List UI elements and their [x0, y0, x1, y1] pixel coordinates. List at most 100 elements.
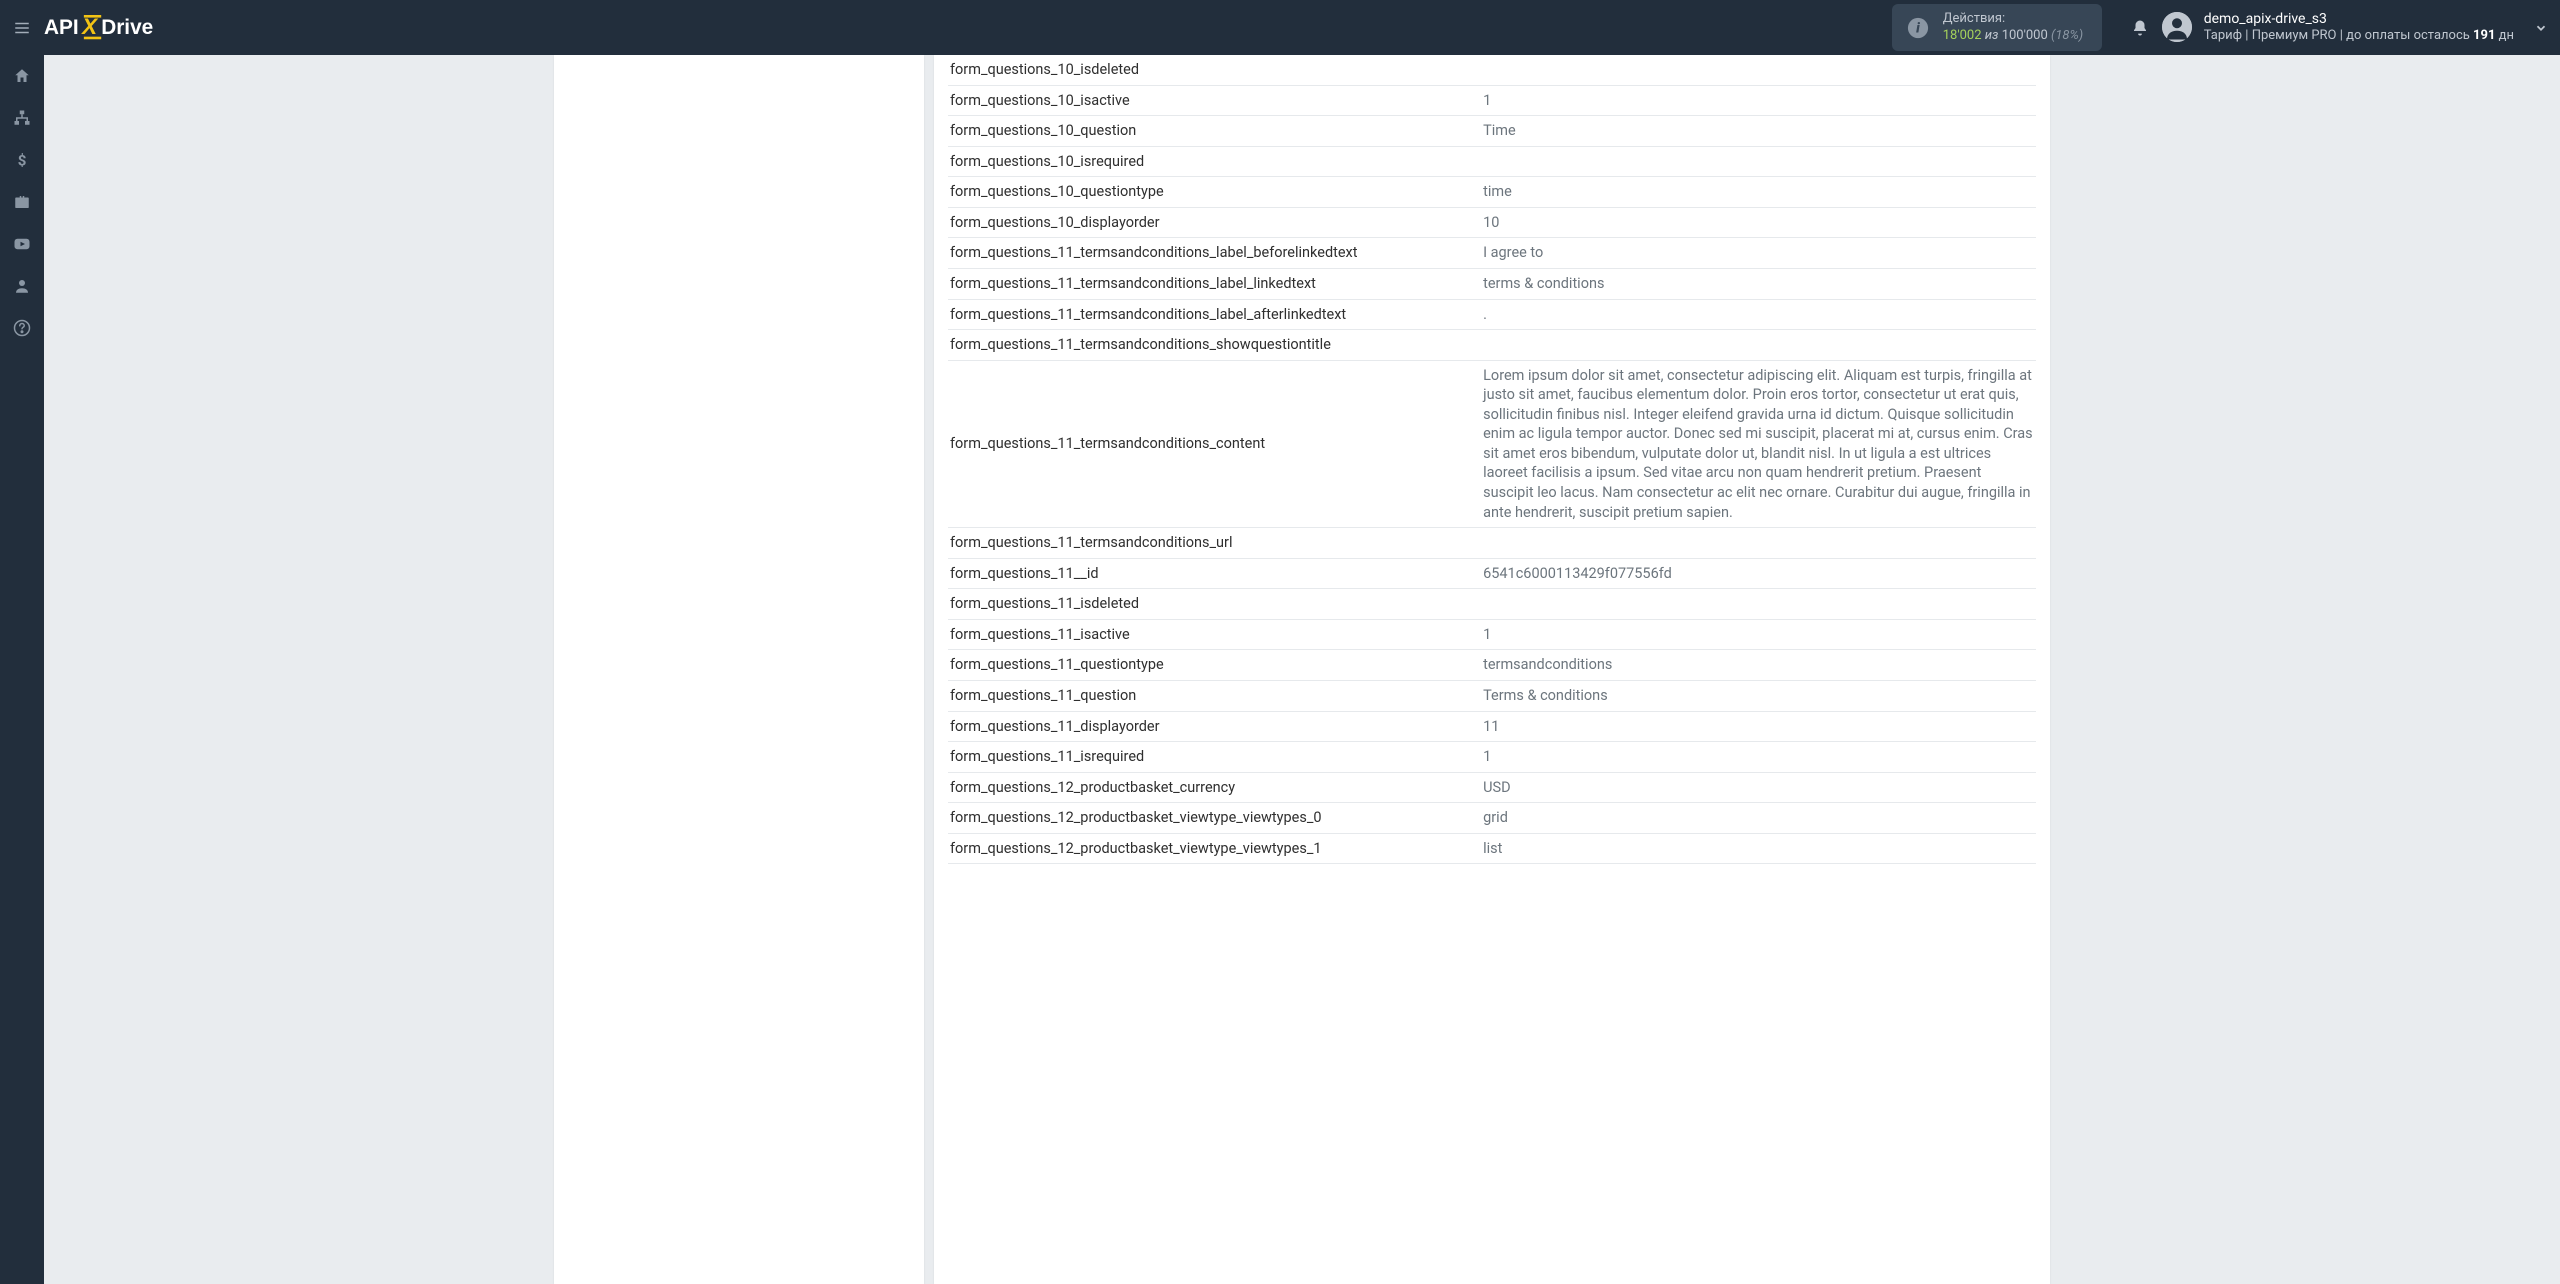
- table-row: form_questions_10_displayorder10: [948, 207, 2036, 238]
- logo[interactable]: API X Drive: [44, 0, 210, 55]
- table-row: form_questions_10_isrequired: [948, 146, 2036, 177]
- apixdrive-logo-icon: API X Drive: [44, 15, 200, 41]
- field-value: list: [1481, 833, 2036, 864]
- field-key: form_questions_11_termsandconditions_lab…: [948, 268, 1481, 299]
- user-subtitle: Тариф | Премиум PRO | до оплаты осталось…: [2204, 28, 2514, 45]
- nav-help[interactable]: [0, 307, 44, 349]
- table-row: form_questions_11_isactive1: [948, 619, 2036, 650]
- fields-table: form_questions_10_isdeletedform_question…: [948, 55, 2036, 864]
- notifications-button[interactable]: [2118, 19, 2162, 37]
- table-row: form_questions_12_productbasket_viewtype…: [948, 803, 2036, 834]
- left-panel: [554, 55, 924, 1284]
- actions-of: из: [1985, 28, 1999, 43]
- table-row: form_questions_11_termsandconditions_con…: [948, 360, 2036, 528]
- field-key: form_questions_11_termsandconditions_url: [948, 528, 1481, 559]
- table-row: form_questions_11_isdeleted: [948, 589, 2036, 620]
- nav-youtube[interactable]: [0, 223, 44, 265]
- nav-billing[interactable]: $: [0, 139, 44, 181]
- field-value: 1: [1481, 85, 2036, 116]
- table-row: form_questions_11_termsandconditions_url: [948, 528, 2036, 559]
- table-row: form_questions_10_questiontypetime: [948, 177, 2036, 208]
- field-value: 6541c6000113429f077556fd: [1481, 558, 2036, 589]
- svg-text:Drive: Drive: [101, 16, 153, 39]
- actions-label: Действия:: [1943, 11, 2083, 28]
- hamburger-menu-button[interactable]: [0, 0, 44, 55]
- field-key: form_questions_11_isrequired: [948, 742, 1481, 773]
- field-key: form_questions_11_termsandconditions_con…: [948, 360, 1481, 528]
- field-key: form_questions_11__id: [948, 558, 1481, 589]
- svg-text:X: X: [80, 15, 99, 39]
- svg-text:API: API: [44, 16, 79, 39]
- field-value: terms & conditions: [1481, 268, 2036, 299]
- field-key: form_questions_10_displayorder: [948, 207, 1481, 238]
- field-key: form_questions_10_questiontype: [948, 177, 1481, 208]
- field-value: [1481, 146, 2036, 177]
- dollar-icon: $: [13, 151, 31, 169]
- main-panel: form_questions_10_isdeletedform_question…: [934, 55, 2050, 1284]
- field-value: [1481, 589, 2036, 620]
- question-icon: [13, 319, 31, 337]
- table-row: form_questions_11__id6541c6000113429f077…: [948, 558, 2036, 589]
- field-key: form_questions_11_termsandconditions_lab…: [948, 299, 1481, 330]
- svg-text:$: $: [18, 151, 27, 169]
- table-row: form_questions_11_termsandconditions_sho…: [948, 330, 2036, 361]
- field-key: form_questions_12_productbasket_currency: [948, 772, 1481, 803]
- field-value: 11: [1481, 711, 2036, 742]
- actions-usage-box[interactable]: i Действия: 18'002 из 100'000 (18%): [1892, 4, 2102, 52]
- youtube-icon: [13, 235, 31, 253]
- table-row: form_questions_11_questiontypetermsandco…: [948, 650, 2036, 681]
- table-row: form_questions_11_isrequired1: [948, 742, 2036, 773]
- field-key: form_questions_12_productbasket_viewtype…: [948, 803, 1481, 834]
- field-key: form_questions_10_isdeleted: [948, 55, 1481, 85]
- field-key: form_questions_11_termsandconditions_lab…: [948, 238, 1481, 269]
- field-key: form_questions_11_question: [948, 680, 1481, 711]
- field-key: form_questions_11_displayorder: [948, 711, 1481, 742]
- nav-briefcase[interactable]: [0, 181, 44, 223]
- field-value: 10: [1481, 207, 2036, 238]
- field-key: form_questions_10_isactive: [948, 85, 1481, 116]
- field-value: Lorem ipsum dolor sit amet, consectetur …: [1481, 360, 2036, 528]
- field-key: form_questions_11_isactive: [948, 619, 1481, 650]
- page-container: form_questions_10_isdeletedform_question…: [552, 55, 2052, 1284]
- user-icon: [13, 277, 31, 295]
- field-value: USD: [1481, 772, 2036, 803]
- actions-text-block: Действия: 18'002 из 100'000 (18%): [1943, 11, 2083, 45]
- sitemap-icon: [13, 109, 31, 127]
- table-row: form_questions_11_termsandconditions_lab…: [948, 299, 2036, 330]
- field-key: form_questions_10_question: [948, 116, 1481, 147]
- table-row: form_questions_10_questionTime: [948, 116, 2036, 147]
- field-value: .: [1481, 299, 2036, 330]
- avatar: [2162, 12, 2192, 42]
- actions-percent: (18%): [2051, 28, 2083, 43]
- chevron-down-icon: [2534, 21, 2548, 35]
- nav-account[interactable]: [0, 265, 44, 307]
- field-key: form_questions_12_productbasket_viewtype…: [948, 833, 1481, 864]
- table-row: form_questions_11_termsandconditions_lab…: [948, 268, 2036, 299]
- user-menu-chevron[interactable]: [2528, 21, 2560, 35]
- info-icon: i: [1907, 17, 1929, 39]
- field-key: form_questions_11_isdeleted: [948, 589, 1481, 620]
- bell-icon: [2131, 19, 2149, 37]
- hamburger-icon: [12, 19, 32, 37]
- table-row: form_questions_10_isactive1: [948, 85, 2036, 116]
- field-value: [1481, 528, 2036, 559]
- field-value: [1481, 55, 2036, 85]
- user-menu[interactable]: demo_apix-drive_s3 Тариф | Премиум PRO |…: [2162, 10, 2528, 45]
- svg-text:i: i: [1916, 20, 1920, 36]
- field-value: grid: [1481, 803, 2036, 834]
- field-value: Time: [1481, 116, 2036, 147]
- field-value: Terms & conditions: [1481, 680, 2036, 711]
- nav-home[interactable]: [0, 55, 44, 97]
- field-key: form_questions_10_isrequired: [948, 146, 1481, 177]
- table-row: form_questions_12_productbasket_viewtype…: [948, 833, 2036, 864]
- user-text-block: demo_apix-drive_s3 Тариф | Премиум PRO |…: [2204, 10, 2514, 45]
- field-key: form_questions_11_termsandconditions_sho…: [948, 330, 1481, 361]
- top-header: API X Drive i Действия: 18'002 из 100'00…: [0, 0, 2560, 55]
- table-row: form_questions_12_productbasket_currency…: [948, 772, 2036, 803]
- field-value: 1: [1481, 619, 2036, 650]
- table-row: form_questions_10_isdeleted: [948, 55, 2036, 85]
- field-value: termsandconditions: [1481, 650, 2036, 681]
- left-sidebar: $: [0, 55, 44, 1284]
- field-key: form_questions_11_questiontype: [948, 650, 1481, 681]
- nav-connections[interactable]: [0, 97, 44, 139]
